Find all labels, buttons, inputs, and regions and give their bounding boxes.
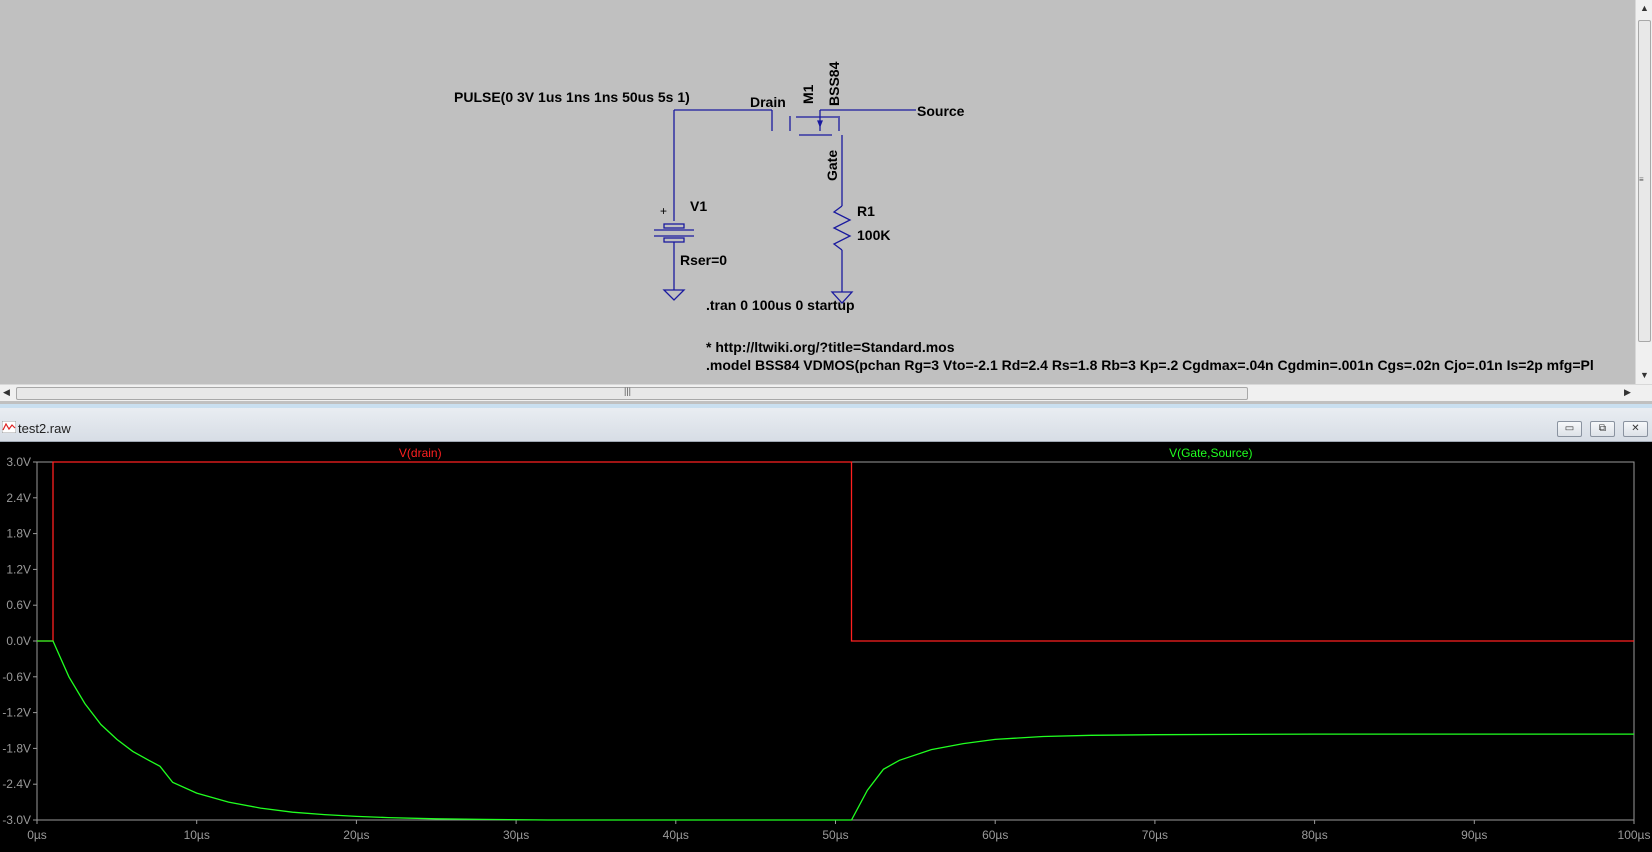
y-tick-label: 0.6V xyxy=(6,598,31,612)
mosfet-model-label[interactable]: BSS84 xyxy=(826,62,842,106)
x-tick-label: 100µs xyxy=(1618,828,1651,842)
v1-rser-label[interactable]: Rser=0 xyxy=(680,252,727,268)
schematic-horizontal-scrollbar[interactable]: ◀ ||| ▶ xyxy=(0,384,1652,401)
x-tick-label: 90µs xyxy=(1461,828,1487,842)
x-tick-label: 20µs xyxy=(343,828,369,842)
schematic-editor[interactable]: PULSE(0 3V 1us 1ns 1ns 50us 5s 1) Drain … xyxy=(0,0,1635,384)
y-tick-label: -2.4V xyxy=(2,777,31,791)
y-tick-label: -1.8V xyxy=(2,741,31,755)
ground-v1 xyxy=(662,289,686,301)
y-tick-label: 2.4V xyxy=(6,491,31,505)
x-tick-label: 50µs xyxy=(822,828,848,842)
waveform-plot-area[interactable]: 3.0V 2.4V 1.8V 1.2V 0.6V 0.0V -0.6V -1.2V -1.8V -… xyxy=(0,442,1652,852)
scroll-left-arrow[interactable]: ◀ xyxy=(3,387,10,398)
battery-plus-sign: + xyxy=(660,204,668,218)
x-tick-label: 0µs xyxy=(27,828,47,842)
y-tick-label: -3.0V xyxy=(2,813,31,827)
schematic-wires xyxy=(654,109,916,304)
model-directive[interactable]: .model BSS84 VDMOS(pchan Rg=3 Vto=-2.1 R… xyxy=(706,357,1594,373)
waveform-title: test2.raw xyxy=(18,421,71,436)
legend-entry: V(drain) xyxy=(399,446,442,460)
scroll-down-arrow[interactable]: ▼ xyxy=(1640,370,1649,380)
scroll-up-arrow[interactable]: ▲ xyxy=(1640,3,1649,13)
net-label-drain[interactable]: Drain xyxy=(750,94,786,110)
waveform-plot[interactable]: 3.0V 2.4V 1.8V 1.2V 0.6V 0.0V -0.6V -1.2V -1.8V -… xyxy=(0,442,1652,852)
waveform-titlebar[interactable]: test2.raw ▭ ⧉ ✕ xyxy=(0,408,1652,442)
r1-value-label[interactable]: 100K xyxy=(857,227,890,243)
net-label-gate[interactable]: Gate xyxy=(824,150,840,181)
horizontal-scroll-grip: ||| xyxy=(624,386,632,396)
waveform-icon xyxy=(2,421,16,433)
legend-entry: V(Gate,Source) xyxy=(1169,446,1252,460)
series-line-v-drain xyxy=(37,461,1634,642)
y-tick-label: 1.8V xyxy=(6,527,31,541)
x-tick-label: 80µs xyxy=(1301,828,1327,842)
resistor-r1 xyxy=(832,205,852,251)
v1-name-label[interactable]: V1 xyxy=(690,198,707,214)
comment-url[interactable]: * http://ltwiki.org/?title=Standard.mos xyxy=(706,339,955,355)
close-button[interactable]: ✕ xyxy=(1623,421,1648,437)
x-tick-label: 30µs xyxy=(503,828,529,842)
x-tick-label: 60µs xyxy=(982,828,1008,842)
horizontal-scroll-thumb[interactable]: ||| xyxy=(16,386,1248,400)
source-spec-label[interactable]: PULSE(0 3V 1us 1ns 1ns 50us 5s 1) xyxy=(454,89,690,105)
y-tick-label: 1.2V xyxy=(6,562,31,576)
x-tick-label: 70µs xyxy=(1142,828,1168,842)
y-tick-label: 0.0V xyxy=(6,634,31,648)
r1-name-label[interactable]: R1 xyxy=(857,203,875,219)
y-tick-label: -0.6V xyxy=(2,670,31,684)
vertical-scroll-grip: ≡ xyxy=(1639,175,1644,184)
tran-directive[interactable]: .tran 0 100us 0 startup xyxy=(706,297,855,313)
y-tick-label: 3.0V xyxy=(6,455,31,469)
y-tick-label: -1.2V xyxy=(2,706,31,720)
x-tick-label: 10µs xyxy=(184,828,210,842)
net-label-source[interactable]: Source xyxy=(917,103,964,119)
series-line-v-gate-source xyxy=(37,640,1634,821)
schematic-vertical-scrollbar[interactable]: ▲ ≡ ▼ xyxy=(1635,0,1652,384)
mosfet-name-label[interactable]: M1 xyxy=(800,85,816,104)
x-tick-label: 40µs xyxy=(663,828,689,842)
scroll-right-arrow[interactable]: ▶ xyxy=(1624,387,1631,398)
restore-button[interactable]: ⧉ xyxy=(1590,421,1615,437)
minimize-button[interactable]: ▭ xyxy=(1557,421,1582,437)
